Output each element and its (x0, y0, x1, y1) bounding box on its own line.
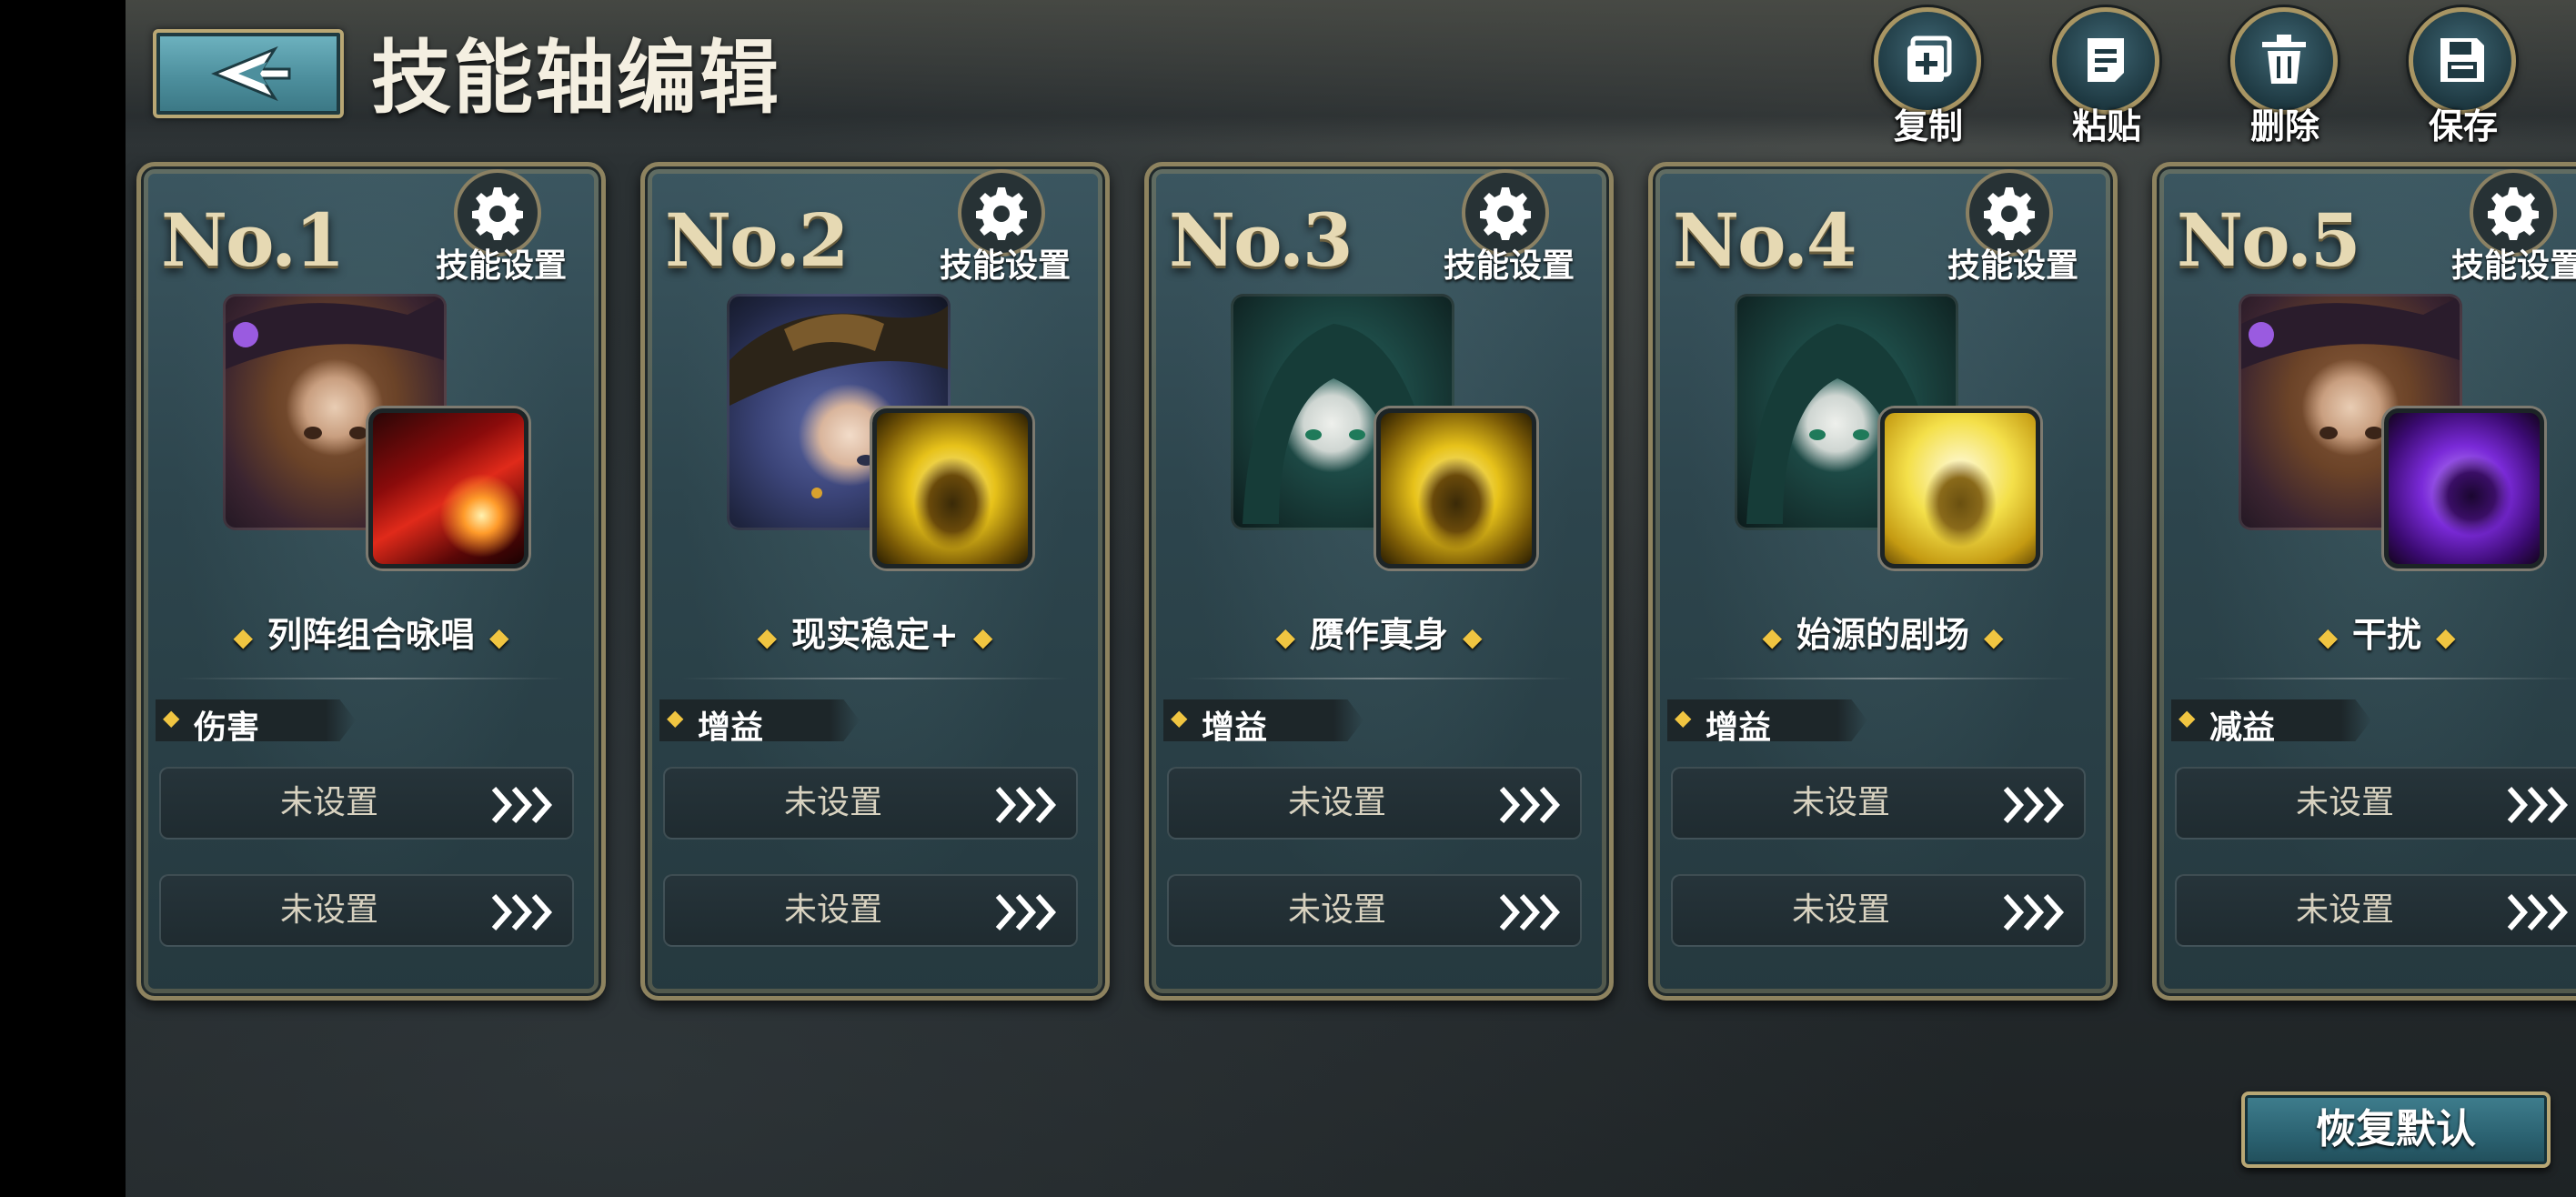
triple-chevron-icon (2003, 787, 2065, 823)
skill-slot-1[interactable]: 未设置 (1671, 767, 2086, 840)
divider (1185, 678, 1573, 679)
triple-chevron-icon (491, 787, 553, 823)
diamond-icon: ◆ (1171, 705, 1188, 730)
back-button[interactable] (153, 29, 344, 118)
divider (681, 678, 1069, 679)
diamond-icon: ◆ (667, 705, 684, 730)
skill-slot-2[interactable]: 未设置 (159, 874, 574, 947)
gear-icon (472, 187, 523, 240)
triple-chevron-icon (995, 787, 1057, 823)
skill-slot-2[interactable]: 未设置 (1671, 874, 2086, 947)
skill-card-4: No.4 技能设置 ◆ 始源的剧场 ◆ ◆ 增益 未设置 未设置 (1648, 162, 2118, 1001)
skill-icon (1880, 408, 2040, 568)
triple-chevron-icon (491, 894, 553, 930)
copy-icon (1907, 35, 1952, 82)
diamond-icon: ◆ (2179, 705, 2196, 730)
skill-settings-label: 技能设置 (939, 247, 1071, 285)
skill-slot-1[interactable]: 未设置 (2175, 767, 2576, 840)
diamond-icon: ◆ (1675, 705, 1692, 730)
restore-default-button[interactable]: 恢复默认 (2241, 1091, 2551, 1168)
skill-card-2: No.2 技能设置 ◆ 现实稳定+ ◆ ◆ 增益 未设置 未设置 (640, 162, 1110, 1001)
diamond-icon: ◆ (1275, 622, 1295, 652)
skill-type-tag: ◆ 增益 (1163, 699, 1363, 741)
diamond-icon: ◆ (233, 622, 253, 652)
skill-type-tag: ◆ 伤害 (156, 699, 356, 741)
gear-icon (976, 187, 1027, 240)
skill-card-3: No.3 技能设置 ◆ 赝作真身 ◆ ◆ 增益 未设置 未设置 (1144, 162, 1614, 1001)
skill-icon (2384, 408, 2544, 568)
skill-name: ◆ 列阵组合咏唱 ◆ (233, 615, 509, 655)
save-icon (2440, 38, 2484, 82)
skill-slot-2[interactable]: 未设置 (1167, 874, 1582, 947)
triple-chevron-icon (2507, 787, 2569, 823)
paste-label: 粘贴 (2071, 106, 2141, 146)
skill-slot-2[interactable]: 未设置 (2175, 874, 2576, 947)
triple-chevron-icon (1499, 894, 1561, 930)
paste-button[interactable]: 粘贴 (2050, 7, 2168, 146)
delete-label: 删除 (2249, 106, 2319, 146)
paste-icon (2088, 38, 2124, 82)
divider (1689, 678, 2077, 679)
skill-icon (872, 408, 1032, 568)
triple-chevron-icon (2507, 894, 2569, 930)
diamond-icon: ◆ (1762, 622, 1782, 652)
diamond-icon: ◆ (489, 622, 509, 652)
save-label: 保存 (2428, 106, 2498, 146)
diamond-icon: ◆ (2318, 622, 2338, 652)
copy-button[interactable]: 复制 (1872, 7, 1990, 146)
triple-chevron-icon (1499, 787, 1561, 823)
game-screen: 技能轴编辑 复制 粘贴 删除 保存 No.1 技能设置 ◆ 列阵组合咏唱 ◆ ◆… (126, 0, 2576, 1197)
skill-name: ◆ 始源的剧场 ◆ (1762, 615, 2004, 655)
diamond-icon: ◆ (972, 622, 993, 652)
skill-card-1: No.1 技能设置 ◆ 列阵组合咏唱 ◆ ◆ 伤害 未设置 未设置 (136, 162, 606, 1001)
divider (2193, 678, 2576, 679)
gear-icon (1480, 187, 1531, 240)
skill-name: ◆ 干扰 ◆ (2318, 615, 2456, 655)
skill-settings-label: 技能设置 (1947, 247, 2078, 285)
card-number: No.1 (161, 197, 346, 283)
skill-slot-1[interactable]: 未设置 (663, 767, 1078, 840)
card-number: No.2 (665, 197, 850, 283)
skill-slot-2[interactable]: 未设置 (663, 874, 1078, 947)
divider (177, 678, 565, 679)
gear-icon (2488, 187, 2539, 240)
gear-icon (1984, 187, 2035, 240)
skill-settings-label: 技能设置 (2450, 247, 2576, 285)
skill-type-tag: ◆ 减益 (2171, 699, 2371, 741)
diamond-icon: ◆ (1463, 622, 1483, 652)
card-number: No.5 (2177, 197, 2361, 283)
skill-slot-1[interactable]: 未设置 (1167, 767, 1582, 840)
skill-settings-label: 技能设置 (1443, 247, 1575, 285)
back-arrow-icon (211, 45, 291, 102)
diamond-icon: ◆ (163, 705, 180, 730)
card-number: No.4 (1673, 197, 1857, 283)
skill-name: ◆ 现实稳定+ ◆ (757, 615, 993, 655)
copy-label: 复制 (1893, 106, 1963, 146)
triple-chevron-icon (2003, 894, 2065, 930)
skill-slot-1[interactable]: 未设置 (159, 767, 574, 840)
triple-chevron-icon (995, 894, 1057, 930)
skill-type-tag: ◆ 增益 (659, 699, 860, 741)
save-button[interactable]: 保存 (2407, 7, 2525, 146)
trash-icon (2262, 35, 2306, 84)
skill-card-5: No.5 技能设置 ◆ 干扰 ◆ ◆ 减益 未设置 未设置 (2152, 162, 2576, 1001)
card-number: No.3 (1169, 197, 1353, 283)
diamond-icon: ◆ (1984, 622, 2004, 652)
skill-name: ◆ 赝作真身 ◆ (1275, 615, 1483, 655)
diamond-icon: ◆ (2436, 622, 2456, 652)
page-title: 技能轴编辑 (371, 30, 781, 125)
diamond-icon: ◆ (757, 622, 778, 652)
skill-type-tag: ◆ 增益 (1667, 699, 1867, 741)
skill-icon (1376, 408, 1536, 568)
skill-icon (368, 408, 528, 568)
delete-button[interactable]: 删除 (2229, 7, 2347, 146)
skill-settings-label: 技能设置 (435, 247, 567, 285)
